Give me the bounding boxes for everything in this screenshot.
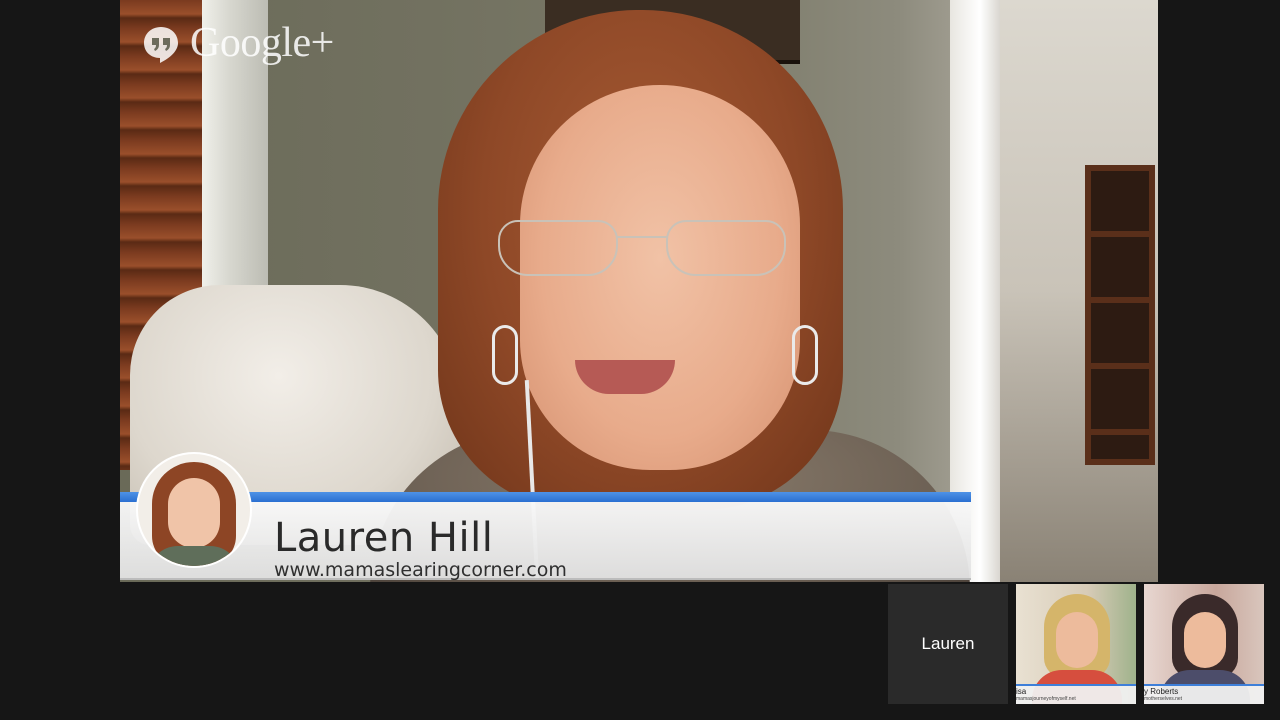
participant-lower-third-name: y Roberts	[1144, 687, 1179, 696]
participant-name: Lauren	[921, 634, 975, 653]
participant-lower-third-name: isa	[1016, 687, 1027, 696]
participant-face	[1184, 612, 1226, 668]
google-plus-wordmark: Google+	[190, 20, 334, 66]
participant-lower-third-url: motherselves.net	[1144, 696, 1183, 702]
glasses-right-lens	[666, 220, 786, 276]
hangout-stage: Google+ Lauren Hill www.mamaslearingcorn…	[0, 0, 1280, 720]
bookshelf	[1085, 165, 1155, 465]
participant-tile-roberts[interactable]: y Roberts motherselves.net	[1144, 584, 1264, 704]
participant-filmstrip: Lauren isa mamasjourneyofmyself.net y Ro…	[888, 584, 1264, 704]
participant-tile-lauren[interactable]: Lauren	[888, 584, 1008, 704]
google-plus-watermark: Google+	[142, 22, 334, 64]
participant-lower-third: y Roberts motherselves.net	[1144, 684, 1264, 704]
glasses-left-lens	[498, 220, 618, 276]
google-hangouts-quote-icon	[142, 25, 180, 63]
right-earbud	[792, 325, 818, 385]
speaker-avatar	[138, 454, 250, 566]
avatar-face	[168, 478, 220, 548]
speaker-name: Lauren Hill	[274, 515, 494, 561]
participant-lower-third-url: mamasjourneyofmyself.net	[1016, 696, 1076, 702]
participant-face	[1056, 612, 1098, 668]
speaker-website: www.mamaslearingcorner.com	[274, 559, 567, 581]
glasses-bridge	[616, 236, 668, 238]
speaker-glasses	[498, 220, 788, 280]
participant-tile-lisa[interactable]: isa mamasjourneyofmyself.net	[1016, 584, 1136, 704]
speaker-lower-third: Lauren Hill www.mamaslearingcorner.com	[120, 454, 971, 581]
left-earbud	[492, 325, 518, 385]
participant-lower-third: isa mamasjourneyofmyself.net	[1016, 684, 1136, 704]
